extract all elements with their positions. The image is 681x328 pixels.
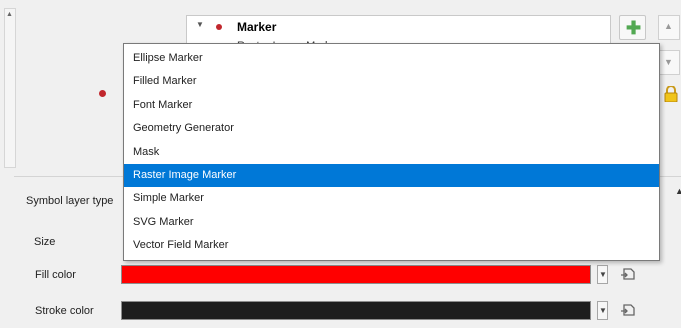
dropdown-item-mask[interactable]: Mask bbox=[124, 141, 659, 164]
add-symbol-layer-button[interactable]: ✚ bbox=[619, 15, 646, 40]
move-up-button[interactable]: ▲ bbox=[658, 15, 680, 40]
lock-icon[interactable] bbox=[664, 85, 678, 103]
dropdown-item-geometry-generator[interactable]: Geometry Generator bbox=[124, 117, 659, 140]
stroke-color-label: Stroke color bbox=[35, 305, 94, 317]
dropdown-item-font-marker[interactable]: Font Marker bbox=[124, 94, 659, 117]
chevron-up-icon[interactable]: ▲ bbox=[675, 186, 681, 196]
size-label: Size bbox=[34, 236, 56, 248]
symbol-layer-type-dropdown[interactable]: Ellipse Marker Filled Marker Font Marker… bbox=[123, 43, 660, 261]
symbol-layer-type-label: Symbol layer type bbox=[26, 195, 114, 207]
fill-color-button[interactable] bbox=[121, 265, 591, 284]
marker-swatch-icon bbox=[216, 24, 222, 30]
dropdown-item-svg-marker[interactable]: SVG Marker bbox=[124, 211, 659, 234]
chevron-down-icon[interactable]: ▼ bbox=[196, 20, 204, 29]
stroke-color-menu-button[interactable]: ▼ bbox=[597, 301, 608, 320]
stroke-color-button[interactable] bbox=[121, 301, 591, 320]
dropdown-item-vector-field-marker[interactable]: Vector Field Marker bbox=[124, 234, 659, 257]
dropdown-item-ellipse-marker[interactable]: Ellipse Marker bbox=[124, 47, 659, 70]
plus-icon: ✚ bbox=[626, 18, 642, 38]
arrow-up-icon: ▲ bbox=[664, 21, 673, 31]
dropdown-item-raster-image-marker[interactable]: Raster Image Marker bbox=[124, 163, 659, 188]
tree-root-label[interactable]: Marker bbox=[237, 20, 276, 34]
arrow-down-icon: ▼ bbox=[664, 57, 673, 67]
data-defined-override-icon[interactable] bbox=[620, 301, 638, 319]
move-down-button[interactable]: ▼ bbox=[658, 50, 680, 75]
fill-color-label: Fill color bbox=[35, 269, 76, 281]
dropdown-item-filled-marker[interactable]: Filled Marker bbox=[124, 70, 659, 93]
fill-color-menu-button[interactable]: ▼ bbox=[597, 265, 608, 284]
chevron-down-icon: ▼ bbox=[599, 270, 607, 279]
data-defined-override-icon[interactable] bbox=[620, 265, 638, 283]
dropdown-item-simple-marker[interactable]: Simple Marker bbox=[124, 187, 659, 210]
symbol-preview-marker bbox=[99, 90, 106, 97]
vertical-scrollbar[interactable]: ▲ bbox=[4, 8, 16, 168]
scroll-up-icon[interactable]: ▲ bbox=[6, 11, 13, 18]
chevron-down-icon: ▼ bbox=[599, 306, 607, 315]
